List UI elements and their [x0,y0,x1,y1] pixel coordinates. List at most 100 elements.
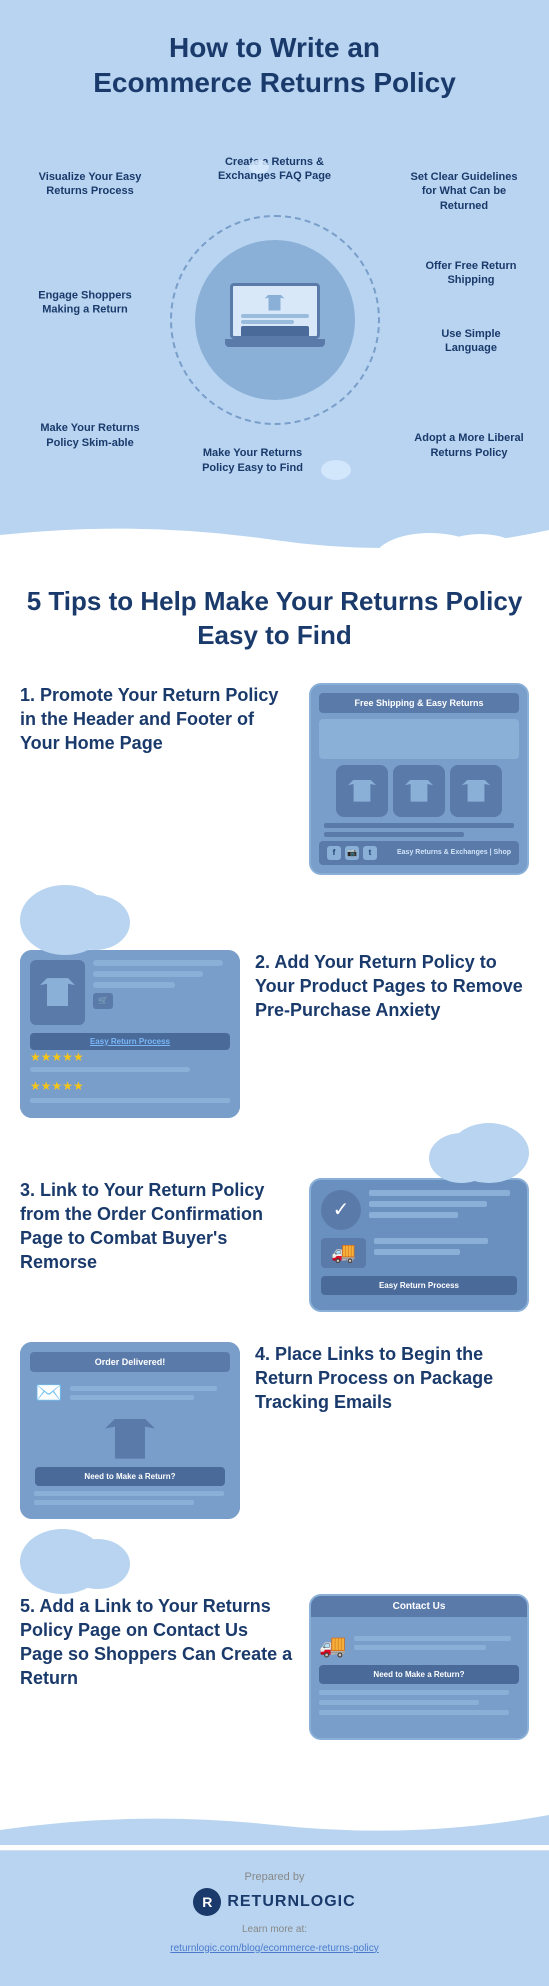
tip-3-truck-lines [374,1238,517,1260]
returnlogic-logo-icon: R [193,1888,221,1916]
tip-2-prod-details: 🛒 [93,960,230,1025]
tip-row-3-wrapper: 3. Link to Your Return Policy from the O… [20,1148,529,1312]
contact-bottom-line-1 [319,1690,509,1695]
tip-3-mock: ✓ 🚚 [311,1180,527,1310]
tip-1-footer-text: Easy Returns & Exchanges | Shop [397,849,511,856]
screen-tshirt [265,295,285,311]
tip-3-image: ✓ 🚚 [309,1178,529,1312]
tip-3-return-btn: Easy Return Process [321,1276,517,1295]
tip-1-product-3 [450,765,502,817]
tip-2-review-line-2 [30,1098,230,1103]
tip-1-product-2 [393,765,445,817]
tip-2-review-line [30,1067,190,1072]
cloud-separator-3 [20,1549,529,1579]
tip-row-5: 5. Add a Link to Your Returns Policy Pag… [20,1594,529,1740]
tip-1-products [319,765,519,817]
tip-5-contact-header: Contact Us [311,1596,527,1617]
email-line-2 [70,1395,194,1400]
diagram-label-engage: Engage Shoppers Making a Return [25,289,145,318]
tip-3-lines [369,1190,517,1223]
tip-2-prod-header: 🛒 [30,960,230,1025]
tip-4-env-row: ✉️ [30,1380,230,1411]
tip-2-text-col: 2. Add Your Return Policy to Your Produc… [255,950,529,1023]
diagram-label-simple-language: Use Simple Language [421,327,521,356]
tips-section: 5 Tips to Help Make Your Returns Policy … [0,565,549,1850]
laptop-screen: Easy Return [230,283,320,339]
contact-line-2 [354,1645,486,1650]
wave-divider [0,520,549,565]
confirm-line-3 [369,1212,458,1218]
tip-4-email-header: Order Delivered! [30,1352,230,1372]
tip-3-text-col: 3. Link to Your Return Policy from the O… [20,1178,294,1275]
tips-title: 5 Tips to Help Make Your Returns Policy … [20,585,529,653]
cart-icon: 🛒 [93,993,113,1009]
tip-3-text: 3. Link to Your Return Policy from the O… [20,1178,294,1275]
tip-5-text-col: 5. Add a Link to Your Returns Policy Pag… [20,1594,294,1691]
tip-2-return-btn: Easy Return Process [30,1033,230,1050]
tip-5-truck-lines [354,1636,519,1655]
page-wrapper: How to Write an Ecommerce Returns Policy… [0,0,549,1986]
footer-section: Prepared by R RETURNLOGIC Learn more at:… [0,1850,549,1986]
tip-row-1: 1. Promote Your Return Policy in the Hea… [20,683,529,875]
prod-line-3 [93,982,175,988]
social-icons: f 📷 t [327,846,377,860]
envelope-icon: ✉️ [35,1380,62,1406]
tip-1-hero [319,719,519,759]
tip-row-3: 3. Link to Your Return Policy from the O… [20,1178,529,1312]
tip-1-image: Free Shipping & Easy Returns [309,683,529,875]
footer-logo: R RETURNLOGIC [25,1888,524,1916]
tip-row-4-wrapper: Order Delivered! ✉️ [20,1342,529,1519]
footer-prepared-text: Prepared by [25,1871,524,1883]
confirm-line-2 [369,1201,487,1207]
tip-2-prod-img [30,960,85,1025]
cloud-decoration-2 [249,160,269,174]
tshirt-icon-2 [405,780,433,802]
email-bottom-line-2 [34,1500,194,1505]
returnlogic-logo-text: RETURNLOGIC [227,1893,355,1911]
tip-4-email-mock: Order Delivered! ✉️ [20,1342,240,1519]
footer-learn-more: Learn more at: [25,1924,524,1935]
main-title: How to Write an Ecommerce Returns Policy [40,30,509,100]
tip-1-footer-bar: f 📷 t Easy Returns & Exchanges | Shop [319,841,519,865]
tshirt-icon-1 [348,780,376,802]
diagram-label-faq: Create a Returns & Exchanges FAQ Page [215,155,335,184]
tip-4-return-btn: Need to Make a Return? [35,1467,225,1486]
prod-line-1 [93,960,223,966]
truck-line-2 [374,1249,460,1255]
tip-3-truck-row: 🚚 [321,1238,517,1268]
diagram-label-free-shipping: Offer Free Return Shipping [421,259,521,288]
tip-1-text: 1. Promote Your Return Policy in the Hea… [20,683,294,756]
tip-5-contact-body: 🚚 Need to Make a Return? [311,1625,527,1728]
prod-line-2 [93,971,203,977]
footer-link[interactable]: returnlogic.com/blog/ecommerce-returns-p… [170,1943,378,1954]
tip-5-truck-row: 🚚 [319,1633,519,1659]
diagram-label-visualize: Visualize Your Easy Returns Process [30,170,150,199]
tip-4-tshirt-center [30,1419,230,1459]
tip-1-text-col: 1. Promote Your Return Policy in the Hea… [20,683,294,756]
diagram-label-guidelines: Set Clear Guidelines for What Can be Ret… [409,170,519,213]
tip-4-image: Order Delivered! ✉️ [20,1342,240,1519]
laptop-circle: Easy Return [195,240,355,400]
tip-5-return-btn: Need to Make a Return? [319,1665,519,1684]
header-section: How to Write an Ecommerce Returns Policy… [0,0,549,565]
tip-1-top-bar: Free Shipping & Easy Returns [319,693,519,713]
bottom-wave-divider [0,1800,549,1845]
twitter-icon: t [363,846,377,860]
contact-bottom-line-3 [319,1710,509,1715]
truck-line-1 [374,1238,488,1244]
tshirt-icon-3 [462,780,490,802]
tshirt-product [40,978,75,1006]
contact-line-1 [354,1636,510,1641]
facebook-icon: f [327,846,341,860]
tip-4-email-lines [70,1386,225,1405]
email-bottom-line-1 [34,1491,224,1496]
confirm-line-1 [369,1190,510,1196]
tip-5-mock: Contact Us 🚚 Need to Mak [311,1596,527,1738]
diagram-label-easy-to-find: Make Your Returns Policy Easy to Find [198,446,308,475]
email-line-1 [70,1386,217,1391]
tip-2-stars-1: ★★★★★ [30,1050,230,1064]
cloud-separator-2 [20,1148,529,1168]
tip-4-text: 4. Place Links to Begin the Return Proce… [255,1342,529,1415]
diagram-label-liberal: Adopt a More Liberal Returns Policy [414,431,524,460]
tshirt-large-icon [105,1419,155,1459]
